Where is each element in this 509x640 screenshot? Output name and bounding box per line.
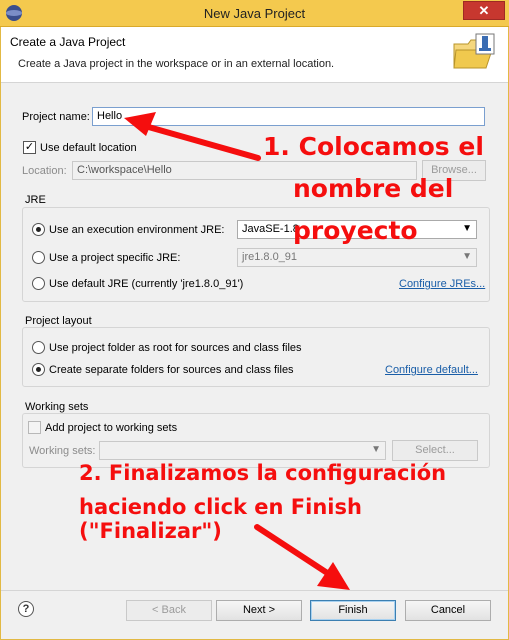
arrow-icon xyxy=(124,112,261,161)
annotation-arrows xyxy=(124,112,350,590)
arrow-icon xyxy=(254,524,350,590)
